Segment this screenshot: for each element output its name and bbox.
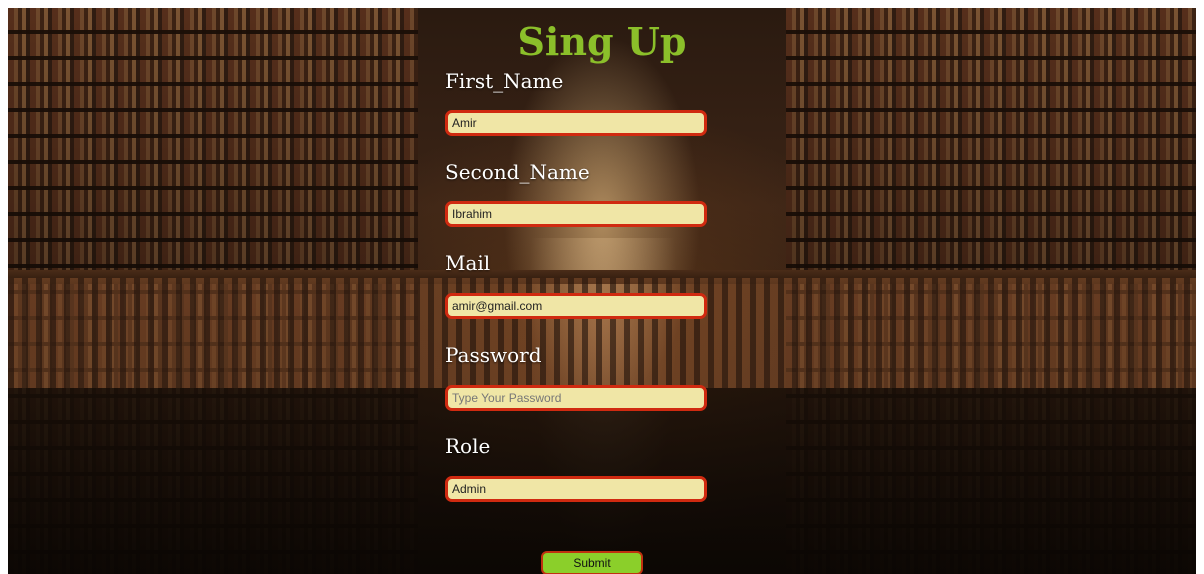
- submit-button[interactable]: Submit: [541, 551, 643, 574]
- page-title: Sing Up: [517, 19, 687, 64]
- role-input[interactable]: [445, 476, 707, 502]
- second-name-label: Second_Name: [445, 160, 590, 184]
- role-label: Role: [445, 434, 491, 458]
- password-label: Password: [445, 343, 542, 367]
- first-name-input[interactable]: [445, 110, 707, 136]
- background-library-image: Sing Up First_Name Second_Name Mail Pass…: [8, 8, 1196, 574]
- mail-input[interactable]: [445, 293, 707, 319]
- first-name-label: First_Name: [445, 69, 564, 93]
- second-name-input[interactable]: [445, 201, 707, 227]
- mail-label: Mail: [445, 251, 491, 275]
- password-input[interactable]: [445, 385, 707, 411]
